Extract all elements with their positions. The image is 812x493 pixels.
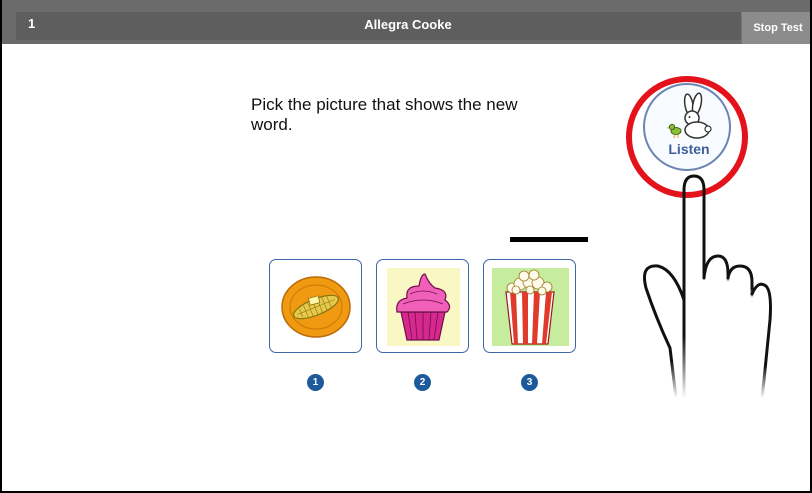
listen-button[interactable]: Listen <box>643 83 731 171</box>
answer-choice-2[interactable] <box>376 259 469 353</box>
listen-label: Listen <box>668 141 710 157</box>
choice-number-1: 1 <box>307 374 324 391</box>
choice-number-2: 2 <box>414 374 431 391</box>
choice-number-3: 3 <box>521 374 538 391</box>
question-prompt: Pick the picture that shows the new word… <box>251 95 518 134</box>
answer-choice-3[interactable] <box>483 259 576 353</box>
corn-plate-image <box>281 276 351 338</box>
popcorn-image <box>492 268 569 346</box>
student-name: Allegra Cooke <box>364 17 452 32</box>
test-screen: 1 Allegra Cooke Stop Test Pick the pictu… <box>0 0 812 493</box>
cupcake-image <box>387 268 460 346</box>
answer-choice-1[interactable] <box>269 259 362 353</box>
header-bar: 1 Allegra Cooke Stop Test <box>2 0 810 44</box>
blank-line <box>510 237 588 242</box>
tap-hand-icon <box>643 174 772 400</box>
stop-test-button[interactable]: Stop Test <box>741 12 810 44</box>
